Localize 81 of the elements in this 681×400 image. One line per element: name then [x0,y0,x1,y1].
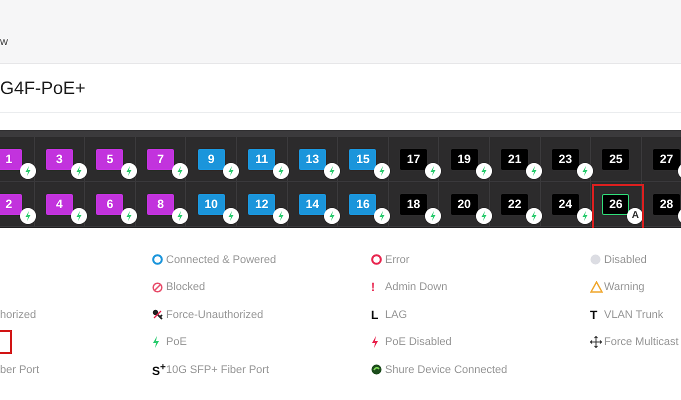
legend-label: Force Multicast [604,336,679,348]
port[interactable]: 27 [653,148,680,170]
port[interactable]: 15 [349,148,376,170]
port[interactable]: 3 [46,148,73,170]
port[interactable]: 25 [602,148,630,170]
port[interactable]: 21 [501,148,528,170]
legend-label: Admin Down [385,281,448,294]
port[interactable]: 28 [653,194,680,214]
legend-label: ber Port [0,364,40,376]
port[interactable]: 20 [450,194,478,214]
poe-badge-icon [273,162,290,178]
poe-badge-icon [172,208,188,224]
legend-label: VLAN Trunk [604,308,664,321]
glyph-icon: S$^{+}$ [152,362,166,377]
legend-label: Warning [604,281,645,294]
port[interactable]: 4 [46,194,73,214]
port[interactable]: 16 [349,194,376,214]
poe-badge-icon [576,162,593,178]
port[interactable]: 1 [0,148,22,170]
poe-badge-icon [526,162,542,178]
port[interactable]: 23 [552,148,579,170]
glyph-icon: L [371,308,378,321]
legend-label: PoE Disabled [385,336,452,348]
port-badge: A [627,208,644,224]
poe-badge-icon [70,208,87,224]
poe-badge-icon [222,208,239,224]
port[interactable]: 9 [198,148,225,170]
legend-label: LAG [385,308,408,321]
legend-label: Disabled [604,254,647,266]
poe-badge-icon [172,162,188,178]
port[interactable]: 5 [96,148,124,170]
glyph-icon: T [590,308,598,321]
legend-label: PoE [166,336,187,348]
shure-icon [371,364,382,376]
port[interactable]: 10 [198,194,225,214]
poe-badge-icon [476,162,492,178]
port[interactable]: 12 [248,194,276,214]
legend-label: 10G SFP+ Fiber Port [166,364,270,376]
port[interactable]: 24 [552,194,579,214]
poe-badge-icon [425,162,442,178]
key-icon [152,309,163,320]
poe-badge-icon [20,162,36,178]
poe-badge-icon [222,162,239,178]
move-icon [590,336,602,348]
poe-badge-icon [425,208,442,224]
legend-label: Shure Device Connected [385,364,508,376]
port[interactable]: 11 [248,148,276,170]
poe-badge-icon [374,162,390,178]
poe-badge-icon [476,208,492,224]
poe-badge-icon [374,208,390,224]
legend-label: Blocked [166,281,206,294]
warning-icon [590,281,603,294]
poe-badge-icon [121,162,138,178]
breadcrumb-text: w [0,36,8,48]
port[interactable]: 14 [298,194,326,214]
poe-badge-icon [70,162,87,178]
poe-badge-icon [526,208,542,224]
legend-label: Force-Unauthorized [166,308,264,321]
port[interactable]: 8 [147,194,174,214]
port[interactable]: 17 [400,148,428,170]
legend-label: horized [0,308,36,321]
port[interactable]: 7 [147,148,174,170]
device-title: G4F-PoE+ [0,78,86,98]
port[interactable]: 6 [96,194,124,214]
legend-label: Error [385,254,410,266]
dot-icon [590,254,601,266]
poe-badge-icon [121,208,138,224]
poe-badge-icon [324,162,340,178]
port[interactable]: 22 [501,194,528,214]
port[interactable]: 13 [298,148,326,170]
glyph-icon: ! [371,281,375,294]
poe-badge-icon [576,208,593,224]
port[interactable]: 18 [400,194,428,214]
poe-badge-icon [20,208,36,224]
port[interactable]: 26 [602,194,630,214]
port[interactable]: 2 [0,194,22,214]
port[interactable]: 19 [450,148,478,170]
blocked-icon [152,282,163,293]
poe-badge-icon [273,208,290,224]
poe-badge-icon [324,208,340,224]
legend-label: Connected & Powered [166,254,276,266]
